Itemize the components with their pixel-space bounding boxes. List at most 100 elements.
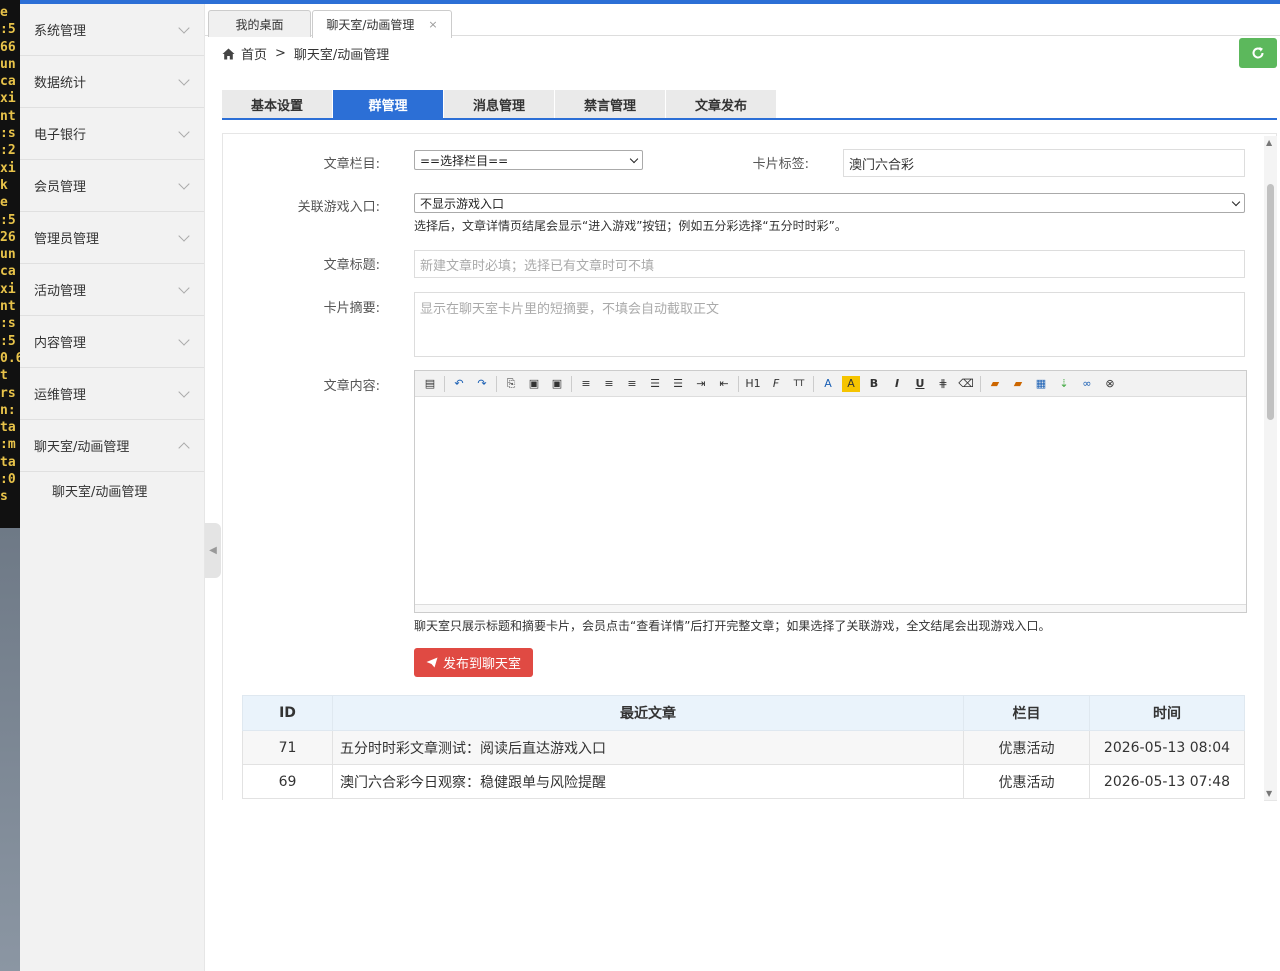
table-row[interactable]: 71 五分时时彩文章测试：阅读后直达游戏入口 优惠活动 2026-05-13 0… — [242, 730, 1245, 765]
game-entry-label: 关联游戏入口: — [297, 200, 380, 215]
insert-row-icon[interactable]: ⇣ — [1055, 376, 1073, 392]
sidebar-item-ebank[interactable]: 电子银行 — [20, 108, 204, 160]
terminal-line: :m — [0, 437, 16, 453]
scrollbar-thumb[interactable] — [1267, 184, 1274, 420]
bold-icon[interactable]: B — [865, 376, 883, 392]
cell-category: 优惠活动 — [963, 730, 1090, 765]
unlink-icon[interactable]: ⊗ — [1101, 376, 1119, 392]
breadcrumb: 首页 > 聊天室/动画管理 — [222, 44, 389, 63]
publish-button[interactable]: 发布到聊天室 — [414, 648, 533, 677]
cell-category: 优惠活动 — [963, 764, 1090, 799]
panel-scrollbar[interactable]: ▲ ▼ — [1264, 136, 1277, 800]
breadcrumb-current: 聊天室/动画管理 — [293, 48, 390, 63]
ordered-list-icon[interactable]: ☰ — [646, 376, 664, 392]
sidebar-item-content[interactable]: 内容管理 — [20, 316, 204, 368]
table-row[interactable]: 69 澳门六合彩今日观察：稳健跟单与风险提醒 优惠活动 2026-05-13 0… — [242, 764, 1245, 799]
game-entry-select[interactable]: 不显示游戏入口 — [414, 193, 1245, 213]
heading-icon[interactable]: H1 — [744, 376, 762, 392]
tab-mute-management[interactable]: 禁言管理 — [555, 90, 666, 118]
paste-icon[interactable]: ▣ — [525, 376, 543, 392]
card-tag-label: 卡片标签: — [752, 157, 809, 172]
underline-icon[interactable]: U — [911, 376, 929, 392]
eraser-icon[interactable]: ⌫ — [957, 376, 975, 392]
sidebar-item-admins[interactable]: 管理员管理 — [20, 212, 204, 264]
sidebar-item-label: 内容管理 — [34, 336, 87, 351]
page-tabs: 我的桌面 聊天室/动画管理 × — [205, 4, 1280, 38]
sidebar-item-system[interactable]: 系统管理 — [20, 4, 204, 56]
card-tag-input[interactable]: 澳门六合彩 — [843, 149, 1245, 177]
unordered-list-icon[interactable]: ☰ — [669, 376, 687, 392]
background-terminal: e:5 66 un ca xi nt:s:2 xi k e:5 26 un ca xi nt:s:5 0.6… — [0, 0, 20, 528]
card-summary-textarea[interactable]: 显示在聊天室卡片里的短摘要，不填会自动截取正文 — [414, 292, 1245, 357]
tab-group-management[interactable]: 群管理 — [333, 90, 444, 118]
tab-article-publish[interactable]: 文章发布 — [666, 90, 777, 118]
close-icon[interactable]: × — [428, 18, 437, 31]
table-icon[interactable]: ▦ — [1032, 376, 1050, 392]
sidebar-item-label: 运维管理 — [34, 388, 87, 403]
preview-icon[interactable]: ⎘ — [502, 376, 520, 392]
tab-desktop[interactable]: 我的桌面 — [208, 10, 311, 37]
chevron-down-icon — [629, 154, 639, 163]
source-icon[interactable]: ▤ — [421, 376, 439, 392]
sidebar-item-members[interactable]: 会员管理 — [20, 160, 204, 212]
recent-articles-table: ID 最近文章 栏目 时间 71 五分时时彩文章测试：阅读后直达游戏入口 优惠活… — [242, 695, 1245, 799]
chevron-left-icon: ◀ — [209, 545, 217, 556]
sidebar: 系统管理 数据统计 电子银行 会员管理 管理员管理 活动管理 内容管理 运维管理… — [20, 4, 205, 971]
indent-icon[interactable]: ⇥ — [692, 376, 710, 392]
column-header-id: ID — [242, 695, 333, 731]
tab-message-management[interactable]: 消息管理 — [444, 90, 555, 118]
tab-chatroom[interactable]: 聊天室/动画管理 × — [312, 10, 452, 38]
undo-icon[interactable]: ↶ — [450, 376, 468, 392]
editor-resize-handle[interactable] — [415, 604, 1246, 612]
scroll-up-icon[interactable]: ▲ — [1266, 138, 1272, 147]
strikethrough-icon[interactable]: ⋕ — [934, 376, 952, 392]
font-size-icon[interactable]: TT — [790, 376, 808, 392]
category-label: 文章栏目: — [323, 157, 380, 172]
terminal-line: rs — [0, 385, 16, 401]
toolbar-separator — [980, 375, 981, 392]
paste-text-icon[interactable]: ▣ — [548, 376, 566, 392]
tab-label: 文章发布 — [694, 98, 747, 114]
outdent-icon[interactable]: ⇤ — [715, 376, 733, 392]
sidebar-subitem-chatroom[interactable]: 聊天室/动画管理 — [20, 472, 204, 508]
align-right-icon[interactable]: ≡ — [623, 376, 641, 392]
column-header-time: 时间 — [1089, 695, 1245, 731]
align-center-icon[interactable]: ≡ — [600, 376, 618, 392]
chevron-down-icon — [1231, 197, 1241, 206]
terminal-line: :s — [0, 316, 16, 332]
scroll-down-icon[interactable]: ▼ — [1266, 789, 1272, 798]
terminal-line: un — [0, 56, 16, 72]
sidebar-item-chatroom[interactable]: 聊天室/动画管理 — [20, 420, 204, 472]
redo-icon[interactable]: ↷ — [473, 376, 491, 392]
align-left-icon[interactable]: ≡ — [577, 376, 595, 392]
breadcrumb-home[interactable]: 首页 — [241, 44, 267, 63]
italic-icon[interactable]: I — [888, 376, 906, 392]
sidebar-collapse-handle[interactable]: ◀ — [205, 523, 221, 578]
article-title-input[interactable]: 新建文章时必填；选择已有文章时可不填 — [414, 250, 1245, 278]
paper-plane-icon — [426, 657, 438, 668]
cell-time: 2026-05-13 07:48 — [1089, 764, 1245, 799]
tab-basic-settings[interactable]: 基本设置 — [222, 90, 333, 118]
link-icon[interactable]: ∞ — [1078, 376, 1096, 392]
tab-label: 基本设置 — [250, 98, 303, 114]
terminal-line: :5 — [0, 333, 16, 349]
terminal-line: xi — [0, 91, 16, 107]
sidebar-item-ops[interactable]: 运维管理 — [20, 368, 204, 420]
tab-label: 群管理 — [368, 98, 408, 114]
refresh-button[interactable] — [1239, 38, 1277, 68]
multi-image-icon[interactable]: ▰ — [1009, 376, 1027, 392]
font-family-icon[interactable]: F — [767, 376, 785, 392]
rich-text-editor[interactable]: ▤ ↶ ↷ ⎘ ▣ ▣ ≡ ≡ ≡ ☰ ☰ ⇥ ⇤ H1 F TT A A B … — [414, 370, 1247, 613]
font-color-icon[interactable]: A — [819, 376, 837, 392]
nav-tabs: 基本设置 群管理 消息管理 禁言管理 文章发布 — [222, 90, 1277, 120]
terminal-line: :s — [0, 126, 16, 142]
terminal-line: :2 — [0, 143, 16, 159]
highlight-color-icon[interactable]: A — [842, 375, 860, 392]
image-icon[interactable]: ▰ — [986, 376, 1004, 392]
chevron-down-icon — [178, 333, 190, 346]
card-tag-value: 澳门六合彩 — [849, 157, 915, 173]
game-entry-hint: 选择后，文章详情页结尾会显示“进入游戏”按钮；例如五分彩选择“五分时时彩”。 — [414, 219, 847, 233]
sidebar-item-activities[interactable]: 活动管理 — [20, 264, 204, 316]
category-select[interactable]: ==选择栏目== — [414, 150, 643, 170]
sidebar-item-stats[interactable]: 数据统计 — [20, 56, 204, 108]
